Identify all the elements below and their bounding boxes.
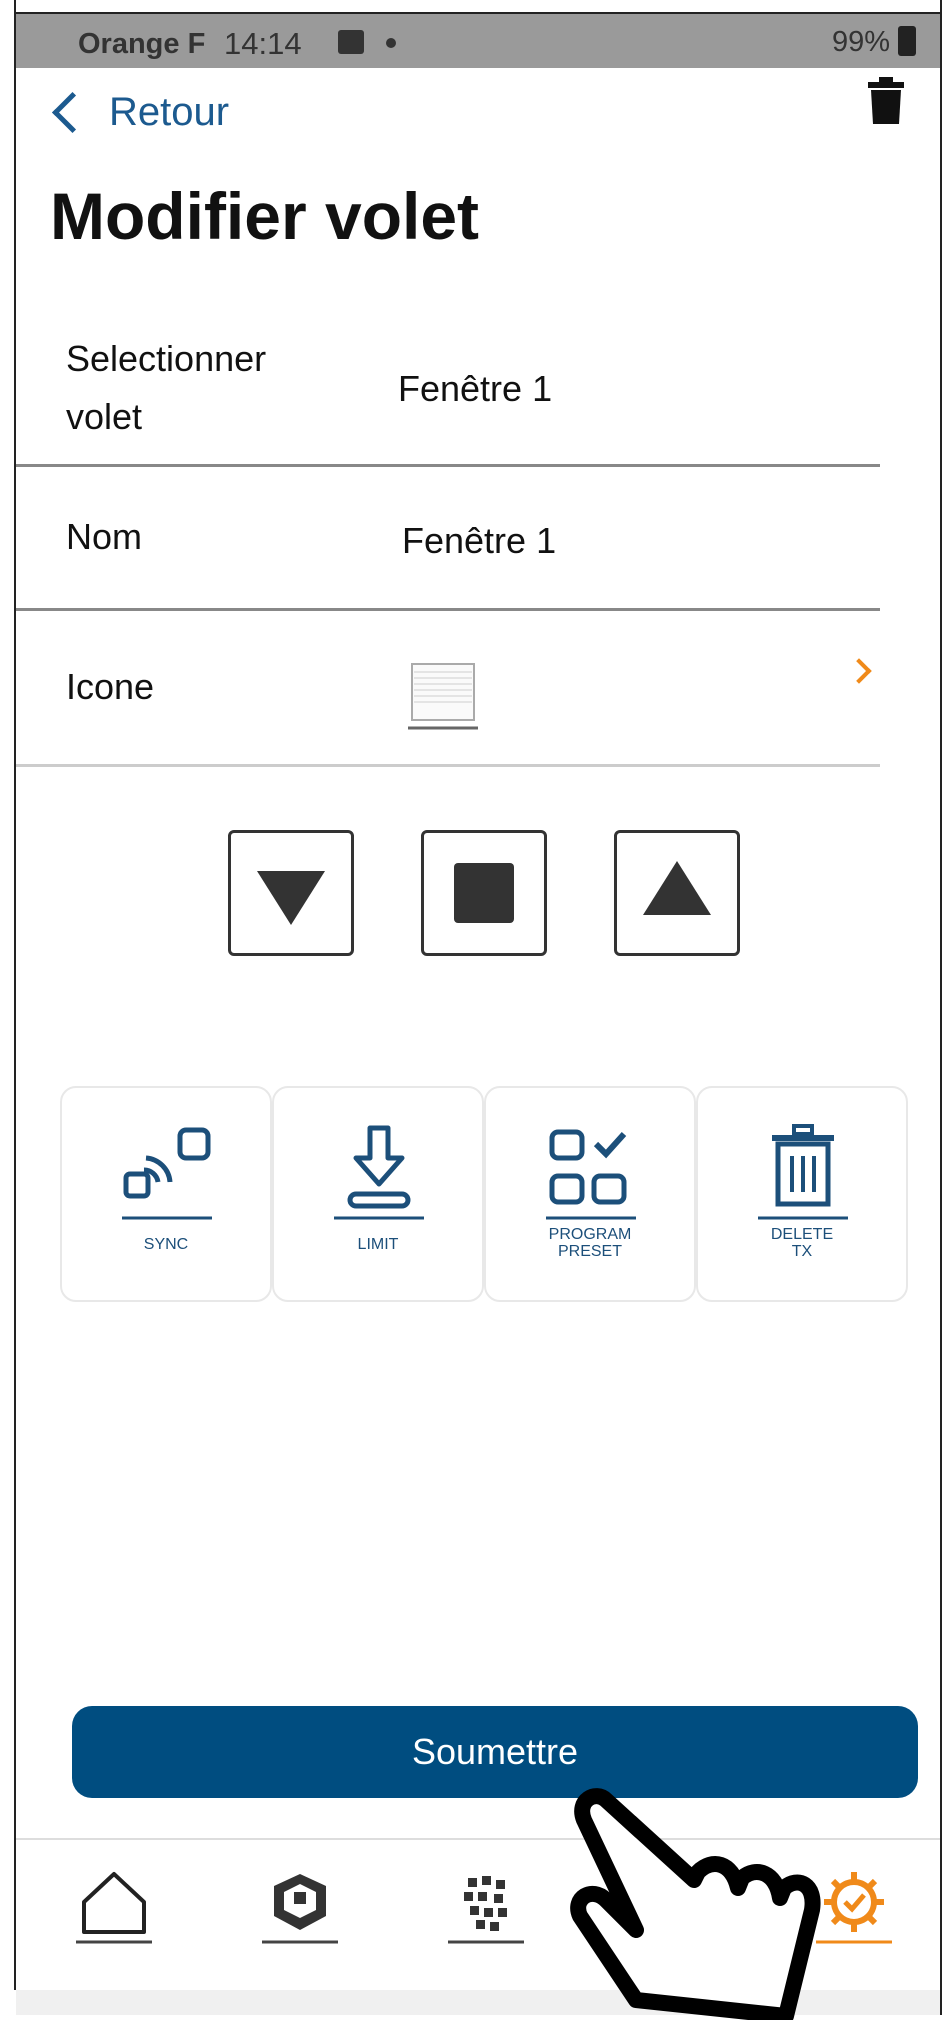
download-limit-icon xyxy=(334,1125,424,1220)
back-label: Retour xyxy=(109,90,230,134)
chevron-right-icon[interactable] xyxy=(846,658,872,684)
limit-tile[interactable]: LIMIT xyxy=(272,1086,484,1302)
grid-icon[interactable] xyxy=(446,1862,526,1952)
home-icon[interactable] xyxy=(74,1862,154,1952)
program-preset-tile[interactable]: PROGRAM PRESET xyxy=(484,1086,696,1302)
limit-label: LIMIT xyxy=(357,1236,399,1253)
triangle-up-icon xyxy=(643,861,711,915)
window-shutter-icon xyxy=(408,663,478,730)
down-button[interactable] xyxy=(228,830,354,956)
chevron-left-icon xyxy=(51,91,94,134)
program-preset-icon xyxy=(546,1129,636,1220)
square-stop-icon xyxy=(454,863,514,923)
program-preset-label: PROGRAM PRESET xyxy=(548,1226,632,1260)
select-shutter-value[interactable]: Fenêtre 1 xyxy=(398,368,552,410)
back-button[interactable]: Retour xyxy=(46,90,229,135)
frame-left-border xyxy=(14,0,16,1990)
delete-tx-tile[interactable]: DELETE TX xyxy=(696,1086,908,1302)
icon-row[interactable]: Icone xyxy=(16,610,880,767)
status-time: 14:14 xyxy=(224,26,302,61)
status-battery-text: 99% xyxy=(831,26,890,58)
page-title: Modifier volet xyxy=(50,179,480,253)
pointing-hand-icon xyxy=(570,1788,821,2020)
status-bar: Orange F 14:14 99% xyxy=(16,14,940,68)
select-shutter-row[interactable]: Selectionner volet Fenêtre 1 xyxy=(16,320,880,467)
name-row[interactable]: Nom Fenêtre 1 xyxy=(16,466,880,611)
trash-icon xyxy=(758,1124,848,1220)
settings-gear-icon[interactable] xyxy=(814,1862,894,1952)
sync-label: SYNC xyxy=(143,1236,189,1253)
battery-icon xyxy=(898,26,916,56)
icon-label: Icone xyxy=(66,666,155,707)
select-shutter-label: Selectionner volet xyxy=(66,338,267,437)
stop-button[interactable] xyxy=(421,830,547,956)
image-notification-icon xyxy=(338,30,364,54)
sync-tile[interactable]: SYNC xyxy=(60,1086,272,1302)
cube-icon[interactable] xyxy=(260,1862,340,1952)
name-label: Nom xyxy=(66,516,143,557)
notification-dot-icon xyxy=(386,38,396,48)
trash-icon[interactable] xyxy=(866,76,906,126)
up-button[interactable] xyxy=(614,830,740,956)
status-carrier: Orange F xyxy=(78,28,206,60)
triangle-down-icon xyxy=(257,871,325,925)
sync-signal-icon xyxy=(122,1127,212,1220)
delete-tx-label: DELETE TX xyxy=(770,1226,834,1260)
name-value[interactable]: Fenêtre 1 xyxy=(402,520,556,562)
